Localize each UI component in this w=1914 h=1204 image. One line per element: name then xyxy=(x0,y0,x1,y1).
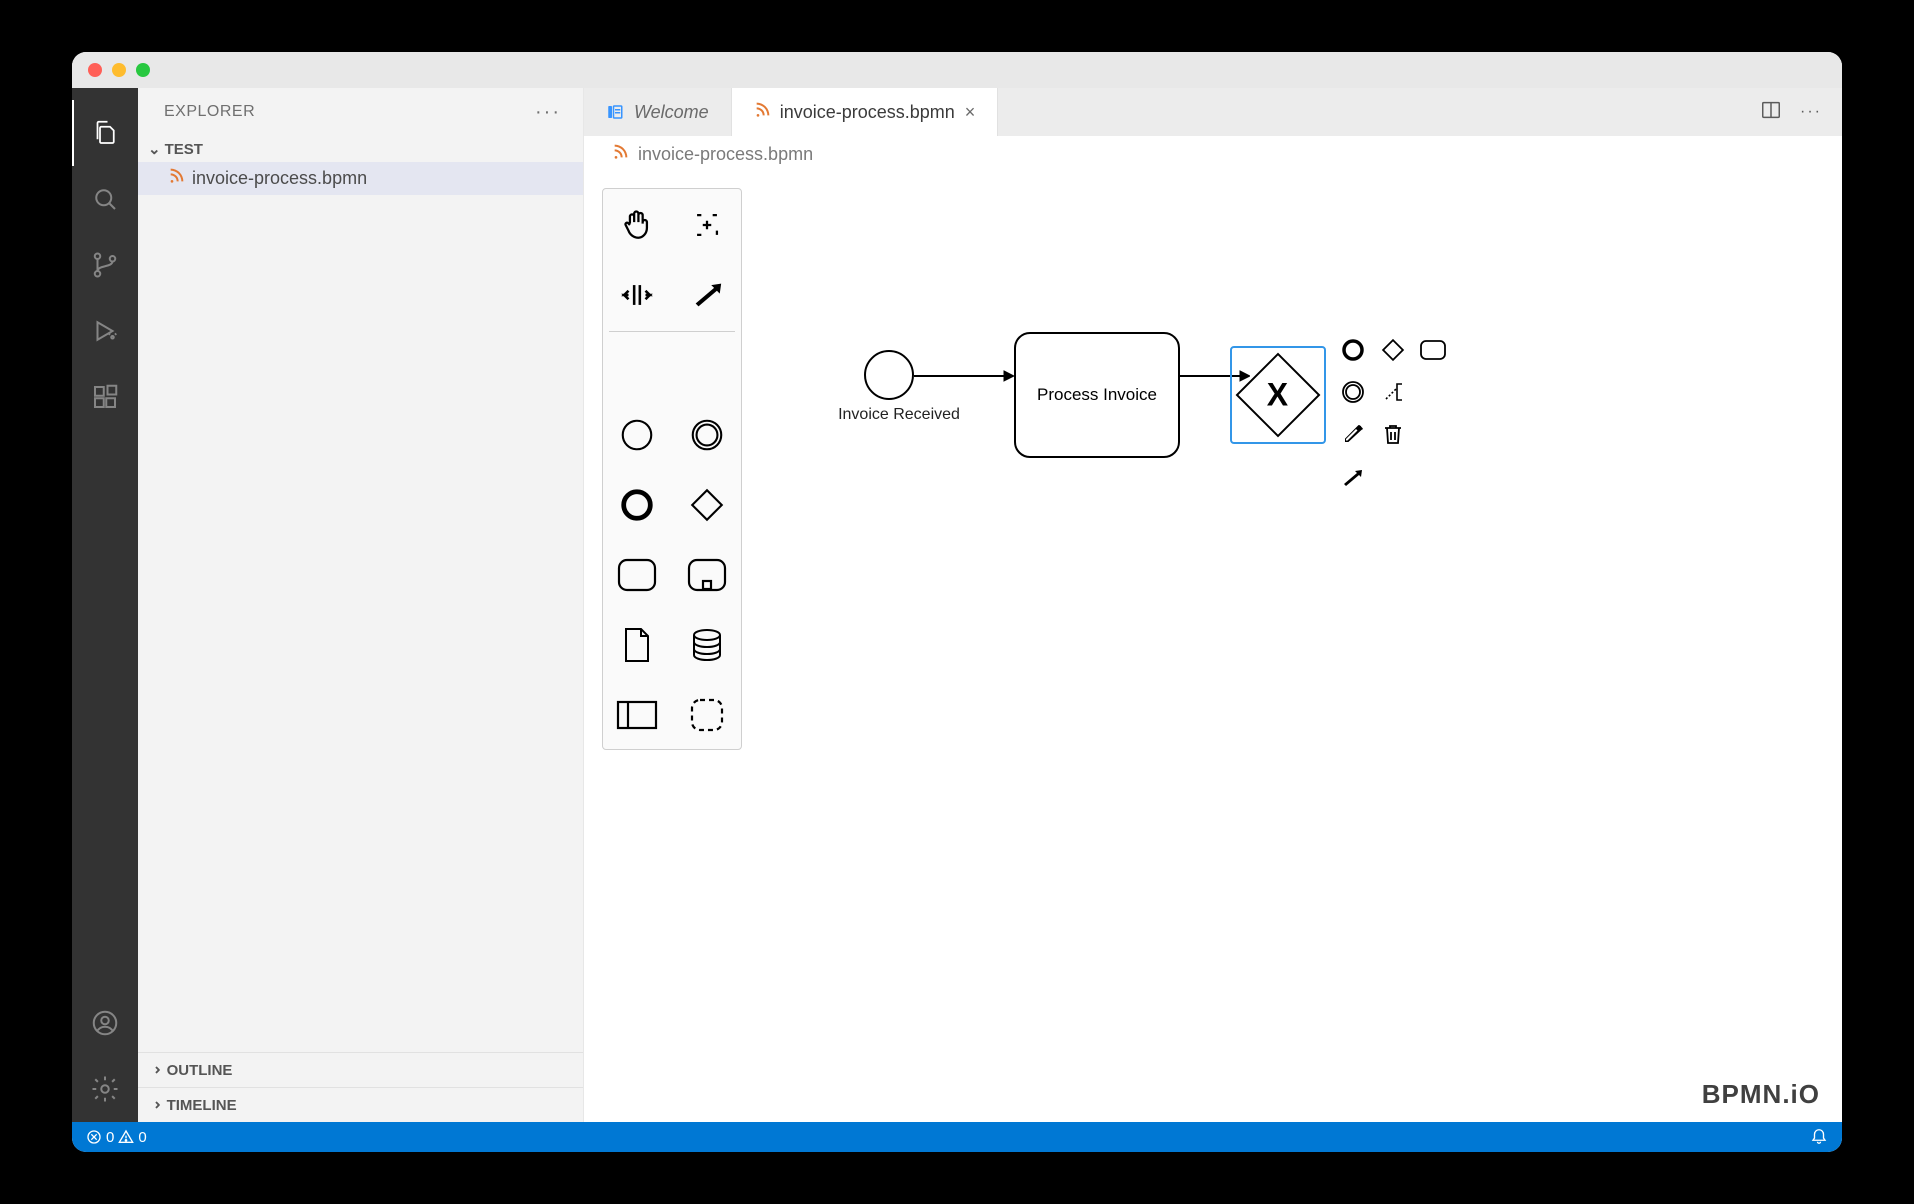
maximize-window-button[interactable] xyxy=(136,63,150,77)
git-branch-icon xyxy=(90,250,120,280)
create-participant-button[interactable] xyxy=(609,687,665,743)
tab-file[interactable]: invoice-process.bpmn × xyxy=(732,88,999,136)
close-window-button[interactable] xyxy=(88,63,102,77)
tab-welcome[interactable]: Welcome xyxy=(584,88,732,136)
titlebar xyxy=(72,52,1842,88)
timeline-section[interactable]: ⌄ TIMELINE xyxy=(138,1087,583,1122)
settings-button[interactable] xyxy=(72,1056,138,1122)
file-type-icon xyxy=(612,144,628,165)
more-actions-button[interactable]: ··· xyxy=(1800,103,1822,121)
file-type-icon xyxy=(754,102,770,123)
problems-button[interactable]: 0 0 xyxy=(86,1129,147,1146)
chevron-down-icon: ⌄ xyxy=(148,140,161,158)
create-group-button[interactable] xyxy=(679,687,735,743)
append-text-annotation-button[interactable] xyxy=(1376,374,1410,410)
explorer-view-button[interactable] xyxy=(72,100,138,166)
gear-icon xyxy=(90,1074,120,1104)
change-type-button[interactable] xyxy=(1336,416,1370,452)
explorer-sidebar: EXPLORER ··· ⌄ TEST invoice-process.bpmn… xyxy=(138,88,584,1122)
editor-area: Welcome invoice-process.bpmn × ··· xyxy=(584,88,1842,1122)
create-data-object-button[interactable] xyxy=(609,617,665,673)
breadcrumb-label: invoice-process.bpmn xyxy=(638,144,813,165)
run-debug-view-button[interactable] xyxy=(72,298,138,364)
global-connect-tool-button[interactable] xyxy=(679,267,735,323)
error-count: 0 xyxy=(106,1129,114,1146)
append-end-event-button[interactable] xyxy=(1336,332,1370,368)
minimize-window-button[interactable] xyxy=(112,63,126,77)
create-task-button[interactable] xyxy=(609,547,665,603)
extensions-view-button[interactable] xyxy=(72,364,138,430)
search-icon xyxy=(90,184,120,214)
error-icon xyxy=(86,1129,102,1145)
chevron-right-icon: ⌄ xyxy=(145,1064,163,1077)
create-start-event-button[interactable] xyxy=(609,407,665,463)
split-editor-button[interactable] xyxy=(1760,99,1782,126)
folder-name: TEST xyxy=(165,141,203,158)
warning-count: 0 xyxy=(138,1129,146,1146)
files-icon xyxy=(90,118,120,148)
bpmn-start-event[interactable] xyxy=(864,350,914,400)
split-icon xyxy=(1760,99,1782,121)
sidebar-more-button[interactable]: ··· xyxy=(535,101,561,124)
play-bug-icon xyxy=(90,316,120,346)
app-window: EXPLORER ··· ⌄ TEST invoice-process.bpmn… xyxy=(72,52,1842,1152)
gateway-marker: X xyxy=(1267,377,1288,414)
source-control-view-button[interactable] xyxy=(72,232,138,298)
file-name: invoice-process.bpmn xyxy=(192,168,367,189)
context-pad xyxy=(1336,332,1450,494)
timeline-label: TIMELINE xyxy=(167,1097,237,1114)
bpmn-diagram: Invoice Received Process Invoice X xyxy=(864,332,1564,592)
welcome-icon xyxy=(606,103,624,121)
lasso-tool-button[interactable] xyxy=(679,197,735,253)
file-tree-item[interactable]: invoice-process.bpmn xyxy=(138,162,583,195)
folder-header[interactable]: ⌄ TEST xyxy=(138,136,583,162)
status-bar: 0 0 xyxy=(72,1122,1842,1152)
create-end-event-button[interactable] xyxy=(609,477,665,533)
bpmn-gateway-selected[interactable]: X xyxy=(1230,346,1326,444)
bpmn-task-label: Process Invoice xyxy=(1037,385,1157,405)
sidebar-title: EXPLORER xyxy=(164,103,255,121)
accounts-button[interactable] xyxy=(72,990,138,1056)
outline-label: OUTLINE xyxy=(167,1062,233,1079)
close-tab-button[interactable]: × xyxy=(965,102,976,123)
notifications-button[interactable] xyxy=(1810,1126,1828,1148)
append-gateway-button[interactable] xyxy=(1376,332,1410,368)
sidebar-header: EXPLORER ··· xyxy=(138,88,583,136)
tab-bar: Welcome invoice-process.bpmn × ··· xyxy=(584,88,1842,136)
tab-welcome-label: Welcome xyxy=(634,102,709,123)
breadcrumb[interactable]: invoice-process.bpmn xyxy=(584,136,1842,172)
chevron-right-icon: ⌄ xyxy=(145,1099,163,1112)
create-gateway-button[interactable] xyxy=(679,477,735,533)
bpmn-canvas[interactable]: Invoice Received Process Invoice X xyxy=(584,172,1842,1122)
bpmn-start-event-label[interactable]: Invoice Received xyxy=(824,406,974,424)
outline-section[interactable]: ⌄ OUTLINE xyxy=(138,1052,583,1087)
delete-element-button[interactable] xyxy=(1376,416,1410,452)
bell-icon xyxy=(1810,1126,1828,1144)
warning-icon xyxy=(118,1129,134,1145)
space-tool-button[interactable] xyxy=(609,267,665,323)
extensions-icon xyxy=(90,382,120,412)
sequence-flow-1[interactable] xyxy=(914,368,1014,388)
bpmn-exclusive-gateway: X xyxy=(1236,353,1321,438)
window-controls xyxy=(88,63,150,77)
tab-file-label: invoice-process.bpmn xyxy=(780,102,955,123)
account-icon xyxy=(90,1008,120,1038)
hand-tool-button[interactable] xyxy=(609,197,665,253)
activity-bar xyxy=(72,88,138,1122)
connect-tool-button[interactable] xyxy=(1336,458,1370,494)
bpmn-task[interactable]: Process Invoice xyxy=(1014,332,1180,458)
create-intermediate-event-button[interactable] xyxy=(679,407,735,463)
create-data-store-button[interactable] xyxy=(679,617,735,673)
append-intermediate-event-button[interactable] xyxy=(1336,374,1370,410)
bpmn-io-watermark[interactable]: BPMN.iO xyxy=(1702,1079,1820,1110)
editor-actions: ··· xyxy=(1760,88,1842,136)
bpmn-palette xyxy=(602,188,742,750)
search-view-button[interactable] xyxy=(72,166,138,232)
create-subprocess-button[interactable] xyxy=(679,547,735,603)
append-task-button[interactable] xyxy=(1416,332,1450,368)
file-type-icon xyxy=(168,168,184,189)
